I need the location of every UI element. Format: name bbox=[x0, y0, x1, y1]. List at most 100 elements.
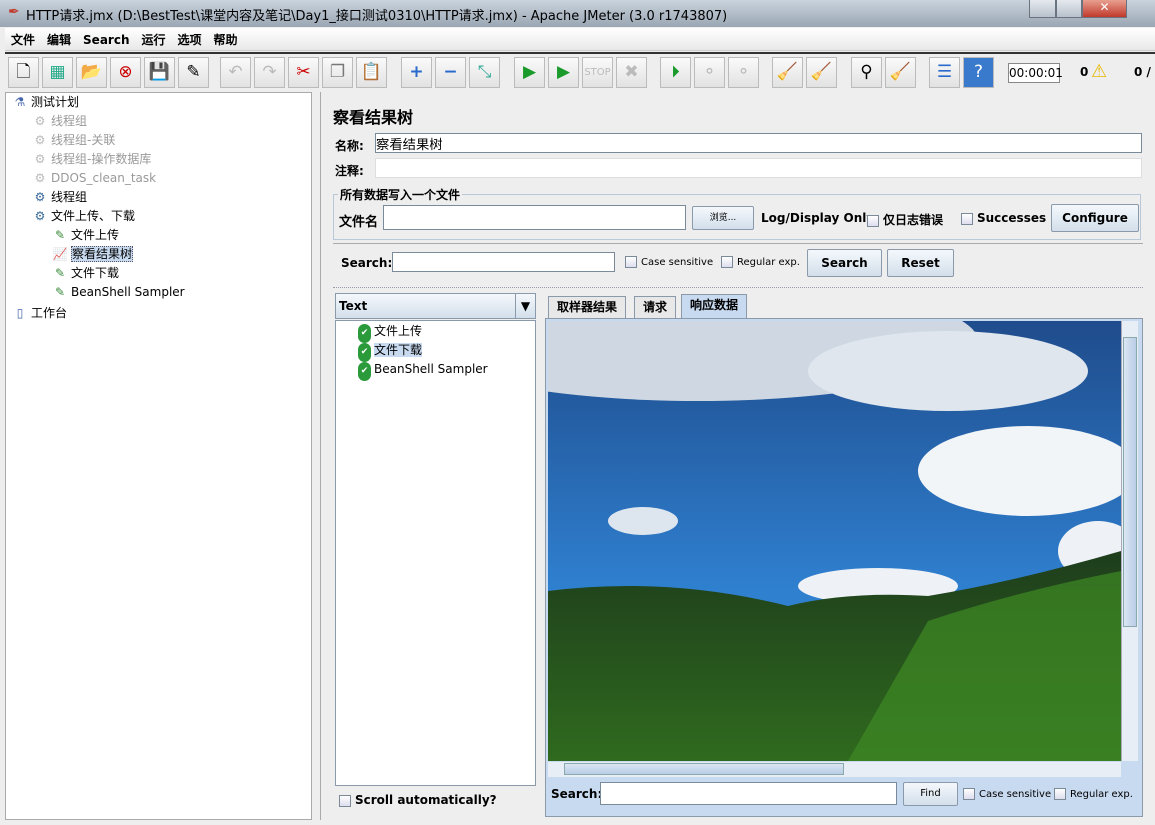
results-list[interactable]: ✔ 文件上传 ✔ 文件下载 ✔ BeanShell Sampler bbox=[335, 320, 536, 786]
find-label: Search: bbox=[551, 787, 603, 801]
renderer-value: Text bbox=[339, 299, 368, 313]
tree-node[interactable]: ▯ 工作台 bbox=[12, 304, 67, 323]
menu-search[interactable]: Search bbox=[77, 30, 135, 50]
tree-node[interactable]: ⚙ 线程组 bbox=[32, 112, 87, 131]
start-no-pause-icon[interactable]: ▶ bbox=[548, 57, 579, 88]
menu-options[interactable]: 选项 bbox=[172, 28, 208, 51]
tab-request[interactable]: 请求 bbox=[634, 296, 677, 318]
tree-node[interactable]: ⚙ 文件上传、下载 bbox=[32, 207, 135, 226]
toolbar: 🗋 ▦ 📂 ⊗ 💾 ✎ ↶ ↷ ✂ ❐ 📋 + − ⤡ ▶ ▶ STOP ✖ ⏵… bbox=[5, 52, 1155, 90]
menu-file[interactable]: 文件 bbox=[5, 28, 41, 51]
horizontal-scroll-thumb[interactable] bbox=[564, 763, 844, 775]
collapse-icon[interactable]: − bbox=[435, 57, 466, 88]
case-sensitive-checkbox[interactable]: Case sensitive bbox=[625, 256, 713, 268]
horizontal-scrollbar[interactable] bbox=[548, 762, 1121, 777]
tab-sampler-result[interactable]: 取样器结果 bbox=[548, 296, 627, 318]
result-item[interactable]: ✔ 文件下载 bbox=[358, 341, 423, 362]
tree-node[interactable]: ✎ 文件上传 bbox=[52, 226, 119, 245]
save-as-icon[interactable]: ✎ bbox=[178, 57, 209, 88]
warning-icon[interactable]: ⚠ bbox=[1091, 61, 1107, 82]
expand-icon[interactable]: + bbox=[401, 57, 432, 88]
test-plan-tree[interactable]: ⚗ 测试计划 ⚙ 线程组 ⚙ 线程组-关联 ⚙ 线程组-操作数据库 ⚙ DDOS_clean_ta… bbox=[5, 92, 312, 820]
clear-icon[interactable]: 🧹 bbox=[772, 57, 803, 88]
tree-node[interactable]: ⚙ 线程组-操作数据库 bbox=[32, 150, 152, 169]
maximize-button[interactable] bbox=[1056, 0, 1082, 18]
panel-title: 察看结果树 bbox=[333, 108, 414, 127]
view-results-tree-panel: 察看结果树 名称: 注释: 所有数据写入一个文件 文件名 浏览... Log/D… bbox=[320, 92, 1145, 820]
function-helper-icon[interactable]: ☰ bbox=[929, 57, 960, 88]
test-plan-icon: ⚗ bbox=[14, 95, 26, 109]
cut-icon[interactable]: ✂ bbox=[288, 57, 319, 88]
menu-help[interactable]: 帮助 bbox=[208, 28, 244, 51]
help-icon[interactable]: ? bbox=[963, 57, 994, 88]
tree-node[interactable]: 📈 察看结果树 bbox=[52, 245, 134, 264]
case-sensitive-label: Case sensitive bbox=[641, 257, 714, 268]
search-binoculars-icon[interactable]: ⚲ bbox=[851, 57, 882, 88]
undo-icon[interactable]: ↶ bbox=[220, 57, 251, 88]
comment-label: 注释: bbox=[335, 164, 364, 178]
copy-icon[interactable]: ❐ bbox=[322, 57, 353, 88]
regex-checkbox[interactable]: Regular exp. bbox=[721, 256, 800, 268]
comment-field[interactable] bbox=[375, 158, 1142, 178]
gear-icon: ⚙ bbox=[34, 133, 46, 147]
reset-search-icon[interactable]: 🧹 bbox=[885, 57, 916, 88]
result-item[interactable]: ✔ BeanShell Sampler bbox=[358, 360, 488, 381]
vertical-scroll-thumb[interactable] bbox=[1123, 337, 1137, 627]
remote-shutdown-icon[interactable]: ⚬ bbox=[728, 57, 759, 88]
success-shield-icon: ✔ bbox=[358, 362, 371, 381]
tree-node[interactable]: ⚙ DDOS_clean_task bbox=[32, 169, 156, 188]
find-input[interactable] bbox=[600, 782, 897, 805]
regex-label: Regular exp. bbox=[737, 257, 800, 268]
find-regex-label: Regular exp. bbox=[1070, 789, 1133, 800]
scroll-automatically-checkbox[interactable]: Scroll automatically? bbox=[339, 793, 497, 807]
name-field[interactable] bbox=[375, 133, 1142, 153]
minimize-button[interactable] bbox=[1029, 0, 1056, 18]
clear-all-icon[interactable]: 🧹 bbox=[806, 57, 837, 88]
filename-field[interactable] bbox=[383, 205, 686, 230]
tree-node[interactable]: ⚙ 线程组-关联 bbox=[32, 131, 116, 150]
configure-button[interactable]: Configure bbox=[1051, 204, 1139, 232]
errors-label: 仅日志错误 bbox=[883, 213, 944, 227]
close-button[interactable]: ✕ bbox=[1082, 0, 1127, 18]
tree-node-label: 工作台 bbox=[31, 306, 68, 320]
search-input[interactable] bbox=[392, 252, 615, 272]
find-regex-checkbox[interactable]: Regular exp. bbox=[1054, 788, 1133, 800]
toggle-icon[interactable]: ⤡ bbox=[469, 57, 500, 88]
save-icon[interactable]: 💾 bbox=[144, 57, 175, 88]
templates-icon[interactable]: ▦ bbox=[42, 57, 73, 88]
new-icon[interactable]: 🗋 bbox=[8, 57, 39, 88]
split-divider[interactable] bbox=[333, 287, 1143, 291]
tree-node-label: 线程组 bbox=[51, 114, 88, 128]
tree-node[interactable]: ✎ BeanShell Sampler bbox=[52, 283, 185, 302]
chevron-down-icon: ▼ bbox=[515, 294, 535, 318]
browse-button[interactable]: 浏览... bbox=[692, 206, 754, 230]
close-file-icon[interactable]: ⊗ bbox=[110, 57, 141, 88]
open-icon[interactable]: 📂 bbox=[76, 57, 107, 88]
scroll-automatically-label: Scroll automatically? bbox=[355, 793, 497, 807]
thread-count: 0 / 2 bbox=[1134, 65, 1155, 79]
result-item[interactable]: ✔ 文件上传 bbox=[358, 322, 422, 343]
remote-stop-icon[interactable]: ⚬ bbox=[694, 57, 725, 88]
renderer-select[interactable]: Text ▼ bbox=[335, 293, 536, 319]
result-tabs: 取样器结果 请求 响应数据 Search: Find Case sensitiv… bbox=[545, 293, 1143, 817]
tree-node[interactable]: ✎ 文件下载 bbox=[52, 264, 119, 283]
vertical-scrollbar[interactable] bbox=[1121, 321, 1138, 761]
shutdown-icon[interactable]: ✖ bbox=[616, 57, 647, 88]
tree-node[interactable]: ⚙ 线程组 bbox=[32, 188, 87, 207]
tab-response-data[interactable]: 响应数据 bbox=[681, 294, 748, 318]
menu-edit[interactable]: 编辑 bbox=[41, 28, 77, 51]
search-button[interactable]: Search bbox=[807, 249, 882, 277]
remote-start-icon[interactable]: ⏵ bbox=[660, 57, 691, 88]
errors-checkbox[interactable]: 仅日志错误 bbox=[867, 211, 943, 228]
stop-icon[interactable]: STOP bbox=[582, 57, 613, 88]
successes-checkbox[interactable]: Successes bbox=[961, 211, 1046, 225]
start-icon[interactable]: ▶ bbox=[514, 57, 545, 88]
window-title: HTTP请求.jmx (D:\BestTest\课堂内容及笔记\Day1_接口测… bbox=[26, 9, 728, 24]
find-case-sensitive-checkbox[interactable]: Case sensitive bbox=[963, 788, 1051, 800]
find-button[interactable]: Find bbox=[903, 782, 958, 806]
reset-button[interactable]: Reset bbox=[887, 249, 954, 277]
tree-node[interactable]: ⚗ 测试计划 bbox=[12, 93, 79, 112]
redo-icon[interactable]: ↷ bbox=[254, 57, 285, 88]
menu-run[interactable]: 运行 bbox=[135, 28, 171, 51]
paste-icon[interactable]: 📋 bbox=[356, 57, 387, 88]
